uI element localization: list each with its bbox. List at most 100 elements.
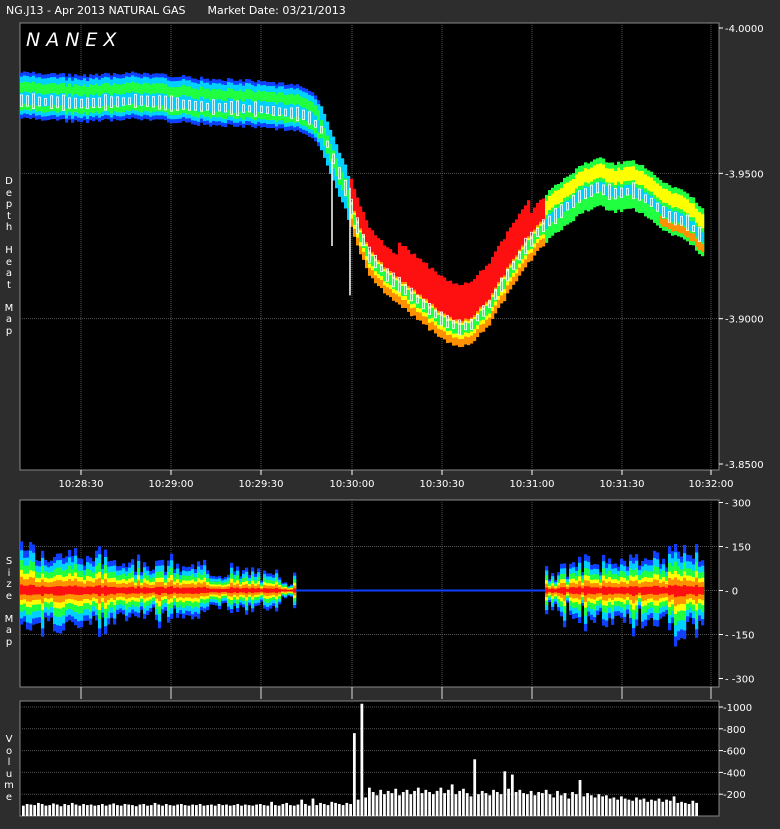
depth-cell bbox=[23, 91, 27, 104]
size-cell bbox=[218, 588, 222, 593]
x-tick-label: 10:31:30 bbox=[600, 479, 645, 490]
size-cell bbox=[269, 588, 273, 593]
volume-bar bbox=[578, 780, 582, 816]
depth-cell bbox=[179, 96, 183, 109]
depth-cell bbox=[53, 93, 57, 106]
size-cell bbox=[668, 585, 672, 596]
volume-bar bbox=[420, 793, 424, 816]
depth-cell bbox=[662, 188, 666, 203]
volume-bar bbox=[642, 798, 646, 816]
y-tick-label: - -300 bbox=[725, 675, 754, 686]
depth-cell bbox=[608, 168, 612, 183]
size-cell bbox=[134, 588, 138, 594]
size-cell bbox=[545, 587, 549, 594]
size-cell bbox=[152, 587, 156, 593]
volume-bar bbox=[601, 796, 604, 816]
size-cell bbox=[611, 587, 615, 595]
depth-cell bbox=[155, 93, 159, 106]
volume-bar bbox=[273, 805, 277, 816]
volume-bar bbox=[447, 789, 450, 816]
size-cell bbox=[233, 588, 237, 593]
size-cell bbox=[293, 588, 297, 593]
depth-cell bbox=[359, 232, 363, 243]
depth-cell bbox=[605, 196, 609, 211]
depth-cell bbox=[425, 302, 429, 313]
size-cell bbox=[662, 586, 666, 594]
depth-cell bbox=[602, 164, 606, 179]
volume-y-axis: -1000 -800 -600 -400 -200 bbox=[719, 703, 752, 801]
size-cell bbox=[275, 587, 279, 594]
size-cell bbox=[584, 586, 588, 596]
size-cell bbox=[38, 586, 42, 595]
volume-bar bbox=[379, 789, 383, 816]
volume-bar bbox=[541, 793, 544, 816]
depth-cell bbox=[692, 233, 696, 242]
size-cell bbox=[671, 585, 675, 595]
depth-cell bbox=[419, 298, 423, 309]
size-cell bbox=[71, 586, 75, 595]
depth-cell bbox=[626, 194, 630, 209]
nanex-logo: NANEX bbox=[26, 29, 122, 51]
size-cell bbox=[221, 589, 225, 593]
size-cell bbox=[290, 589, 294, 592]
size-cell bbox=[155, 586, 159, 595]
size-cell bbox=[638, 587, 642, 593]
size-cell bbox=[665, 587, 669, 594]
volume-bar bbox=[405, 789, 409, 816]
volume-bar bbox=[78, 805, 82, 816]
volume-bar bbox=[217, 804, 221, 816]
depth-cell bbox=[674, 193, 678, 208]
depth-cell bbox=[233, 100, 237, 113]
depth-cell bbox=[395, 280, 399, 291]
size-cell bbox=[572, 587, 576, 594]
size-cell bbox=[56, 586, 60, 596]
volume-bar bbox=[93, 805, 97, 816]
depth-cell bbox=[611, 168, 615, 183]
depth-cell bbox=[413, 293, 417, 304]
depth-cell bbox=[650, 177, 654, 192]
size-cell bbox=[20, 584, 24, 595]
size-cell bbox=[554, 589, 558, 593]
depth-cell bbox=[641, 198, 645, 213]
depth-cell bbox=[407, 289, 411, 300]
volume-bar bbox=[322, 804, 326, 816]
volume-bar bbox=[247, 805, 251, 816]
volume-bar bbox=[646, 801, 650, 816]
depth-cell bbox=[551, 221, 555, 236]
size-cell bbox=[593, 587, 597, 595]
volume-bar bbox=[510, 774, 514, 816]
volume-bar bbox=[37, 802, 40, 816]
depth-cell bbox=[578, 171, 582, 186]
volume-bar bbox=[522, 793, 525, 816]
depth-cell bbox=[221, 100, 225, 113]
depth-cell bbox=[317, 120, 321, 133]
size-cell bbox=[158, 586, 162, 596]
size-cell bbox=[116, 587, 120, 594]
depth-cell bbox=[509, 267, 513, 278]
size-cell bbox=[590, 587, 594, 595]
size-cell bbox=[41, 585, 45, 597]
size-y-axis: - 300 - 150 - 0 - -150 - -300 bbox=[719, 499, 754, 686]
volume-bar bbox=[574, 794, 578, 816]
volume-bar bbox=[157, 804, 161, 816]
y-tick-label: - 0 bbox=[725, 587, 738, 598]
chart-canvas: NANEX -4.0000 -3.9500 -3.9000 -3.8500 10:28… bbox=[19, 22, 764, 817]
depth-cell bbox=[455, 323, 459, 334]
depth-cell bbox=[305, 108, 309, 121]
depth-cell bbox=[638, 199, 642, 214]
volume-bar bbox=[627, 799, 631, 816]
volume-bar bbox=[665, 799, 668, 816]
volume-bar bbox=[495, 792, 499, 816]
volume-bar bbox=[563, 793, 567, 816]
volume-bar bbox=[277, 805, 281, 816]
depth-cell bbox=[527, 240, 531, 251]
time-x-axis: 10:28:30 10:29:00 10:29:30 10:30:00 10:30:30… bbox=[59, 470, 733, 490]
volume-bar bbox=[311, 798, 315, 816]
depth-cell bbox=[101, 94, 105, 107]
depth-cell bbox=[605, 168, 609, 183]
size-cell bbox=[83, 587, 87, 595]
size-cell bbox=[599, 588, 603, 594]
volume-bar bbox=[653, 800, 657, 816]
size-cell bbox=[35, 586, 39, 595]
volume-bar bbox=[142, 804, 146, 816]
